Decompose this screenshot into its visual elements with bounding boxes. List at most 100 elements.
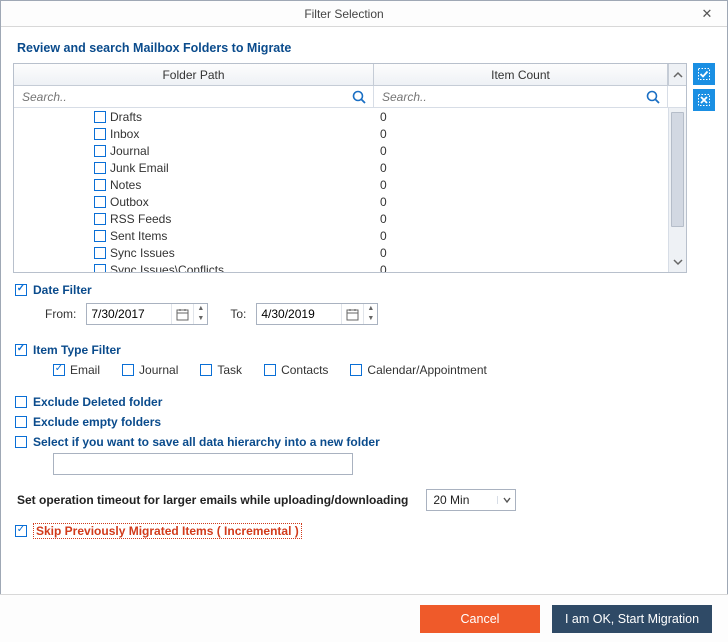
row-checkbox[interactable]: [94, 128, 106, 140]
exclude-deleted-checkbox[interactable]: [15, 396, 27, 408]
grid-rows: Drafts0Inbox0Journal0Junk Email0Notes0Ou…: [14, 108, 668, 272]
table-row[interactable]: Outbox 0: [14, 193, 668, 210]
calendar-icon: [346, 308, 359, 321]
timeout-value: 20 Min: [427, 493, 497, 507]
review-heading: Review and search Mailbox Folders to Mig…: [17, 41, 715, 55]
exclude-deleted-label: Exclude Deleted folder: [33, 395, 162, 409]
date-filter-label: Date Filter: [33, 283, 92, 297]
save-hierarchy-checkbox[interactable]: [15, 436, 27, 448]
row-checkbox[interactable]: [94, 111, 106, 123]
grid-header: Folder Path Item Count: [14, 64, 686, 86]
calendar-icon: [176, 308, 189, 321]
row-checkbox[interactable]: [94, 230, 106, 242]
table-row[interactable]: Sync Issues 0: [14, 244, 668, 261]
to-date-field[interactable]: ▲▼: [256, 303, 378, 325]
contacts-checkbox[interactable]: Contacts: [264, 363, 328, 377]
row-checkbox[interactable]: [94, 145, 106, 157]
item-count: 0: [374, 161, 668, 175]
table-row[interactable]: Journal 0: [14, 142, 668, 159]
skip-previous-checkbox[interactable]: [15, 525, 27, 537]
date-filter-checkbox[interactable]: [15, 284, 27, 296]
table-row[interactable]: Sent Items 0: [14, 227, 668, 244]
folder-name: RSS Feeds: [110, 212, 171, 226]
folder-name: Outbox: [110, 195, 149, 209]
row-checkbox[interactable]: [94, 213, 106, 225]
window-title: Filter Selection: [1, 7, 687, 21]
timeout-select[interactable]: 20 Min: [426, 489, 516, 511]
from-label: From:: [45, 307, 76, 321]
table-row[interactable]: Sync Issues\Conflicts 0: [14, 261, 668, 272]
exclude-empty-label: Exclude empty folders: [33, 415, 161, 429]
folder-path-search-input[interactable]: [20, 89, 351, 105]
scroll-down-button[interactable]: [669, 256, 686, 270]
deselect-all-button[interactable]: [693, 89, 715, 111]
item-count: 0: [374, 246, 668, 260]
to-date-input[interactable]: [257, 307, 341, 321]
journal-checkbox[interactable]: Journal: [122, 363, 178, 377]
item-count: 0: [374, 178, 668, 192]
select-all-button[interactable]: [693, 63, 715, 85]
row-checkbox[interactable]: [94, 247, 106, 259]
folder-name: Notes: [110, 178, 141, 192]
col-header-item-count[interactable]: Item Count: [374, 64, 668, 85]
journal-label: Journal: [139, 363, 178, 377]
new-folder-input[interactable]: [54, 454, 352, 474]
item-count: 0: [374, 144, 668, 158]
folder-name: Drafts: [110, 110, 142, 124]
item-count: 0: [374, 195, 668, 209]
item-count-search-input[interactable]: [380, 89, 645, 105]
search-icon: [645, 89, 661, 105]
scrollbar-thumb[interactable]: [671, 112, 684, 227]
footer: Cancel I am OK, Start Migration: [0, 594, 728, 642]
item-count: 0: [374, 110, 668, 124]
new-folder-field[interactable]: [53, 453, 353, 475]
task-checkbox[interactable]: Task: [200, 363, 242, 377]
row-checkbox[interactable]: [94, 179, 106, 191]
table-row[interactable]: Notes 0: [14, 176, 668, 193]
close-button[interactable]: ✕: [687, 1, 727, 26]
grid-search-row: [14, 86, 686, 108]
from-date-input[interactable]: [87, 307, 171, 321]
task-label: Task: [217, 363, 242, 377]
row-checkbox[interactable]: [94, 264, 106, 273]
calendar-label: Calendar/Appointment: [367, 363, 486, 377]
item-count: 0: [374, 229, 668, 243]
search-icon: [351, 89, 367, 105]
to-calendar-button[interactable]: [341, 304, 363, 324]
item-count: 0: [374, 127, 668, 141]
from-date-spinner[interactable]: ▲▼: [193, 304, 207, 324]
table-row[interactable]: Inbox 0: [14, 125, 668, 142]
row-checkbox[interactable]: [94, 162, 106, 174]
folder-name: Junk Email: [110, 161, 169, 175]
skip-previous-label: Skip Previously Migrated Items ( Increme…: [33, 523, 302, 539]
table-row[interactable]: Junk Email 0: [14, 159, 668, 176]
folder-name: Journal: [110, 144, 149, 158]
from-date-field[interactable]: ▲▼: [86, 303, 208, 325]
item-type-filter-checkbox[interactable]: [15, 344, 27, 356]
col-header-folder-path[interactable]: Folder Path: [14, 64, 374, 85]
cancel-button[interactable]: Cancel: [420, 605, 540, 633]
start-migration-button[interactable]: I am OK, Start Migration: [552, 605, 712, 633]
folder-name: Sync Issues\Conflicts: [110, 263, 224, 273]
folder-name: Inbox: [110, 127, 139, 141]
from-calendar-button[interactable]: [171, 304, 193, 324]
table-row[interactable]: Drafts 0: [14, 108, 668, 125]
vertical-scrollbar[interactable]: [668, 108, 686, 272]
contacts-label: Contacts: [281, 363, 328, 377]
folder-name: Sync Issues: [110, 246, 175, 260]
email-checkbox[interactable]: Email: [53, 363, 100, 377]
exclude-empty-checkbox[interactable]: [15, 416, 27, 428]
chevron-down-icon: [497, 496, 515, 504]
to-date-spinner[interactable]: ▲▼: [363, 304, 377, 324]
timeout-label: Set operation timeout for larger emails …: [17, 493, 408, 507]
calendar-checkbox[interactable]: Calendar/Appointment: [350, 363, 486, 377]
item-type-filter-label: Item Type Filter: [33, 343, 121, 357]
save-hierarchy-label: Select if you want to save all data hier…: [33, 435, 380, 449]
folder-name: Sent Items: [110, 229, 167, 243]
content-area: Review and search Mailbox Folders to Mig…: [1, 27, 727, 545]
scroll-up-button[interactable]: [668, 64, 686, 85]
item-count: 0: [374, 263, 668, 273]
table-row[interactable]: RSS Feeds 0: [14, 210, 668, 227]
row-checkbox[interactable]: [94, 196, 106, 208]
item-count: 0: [374, 212, 668, 226]
